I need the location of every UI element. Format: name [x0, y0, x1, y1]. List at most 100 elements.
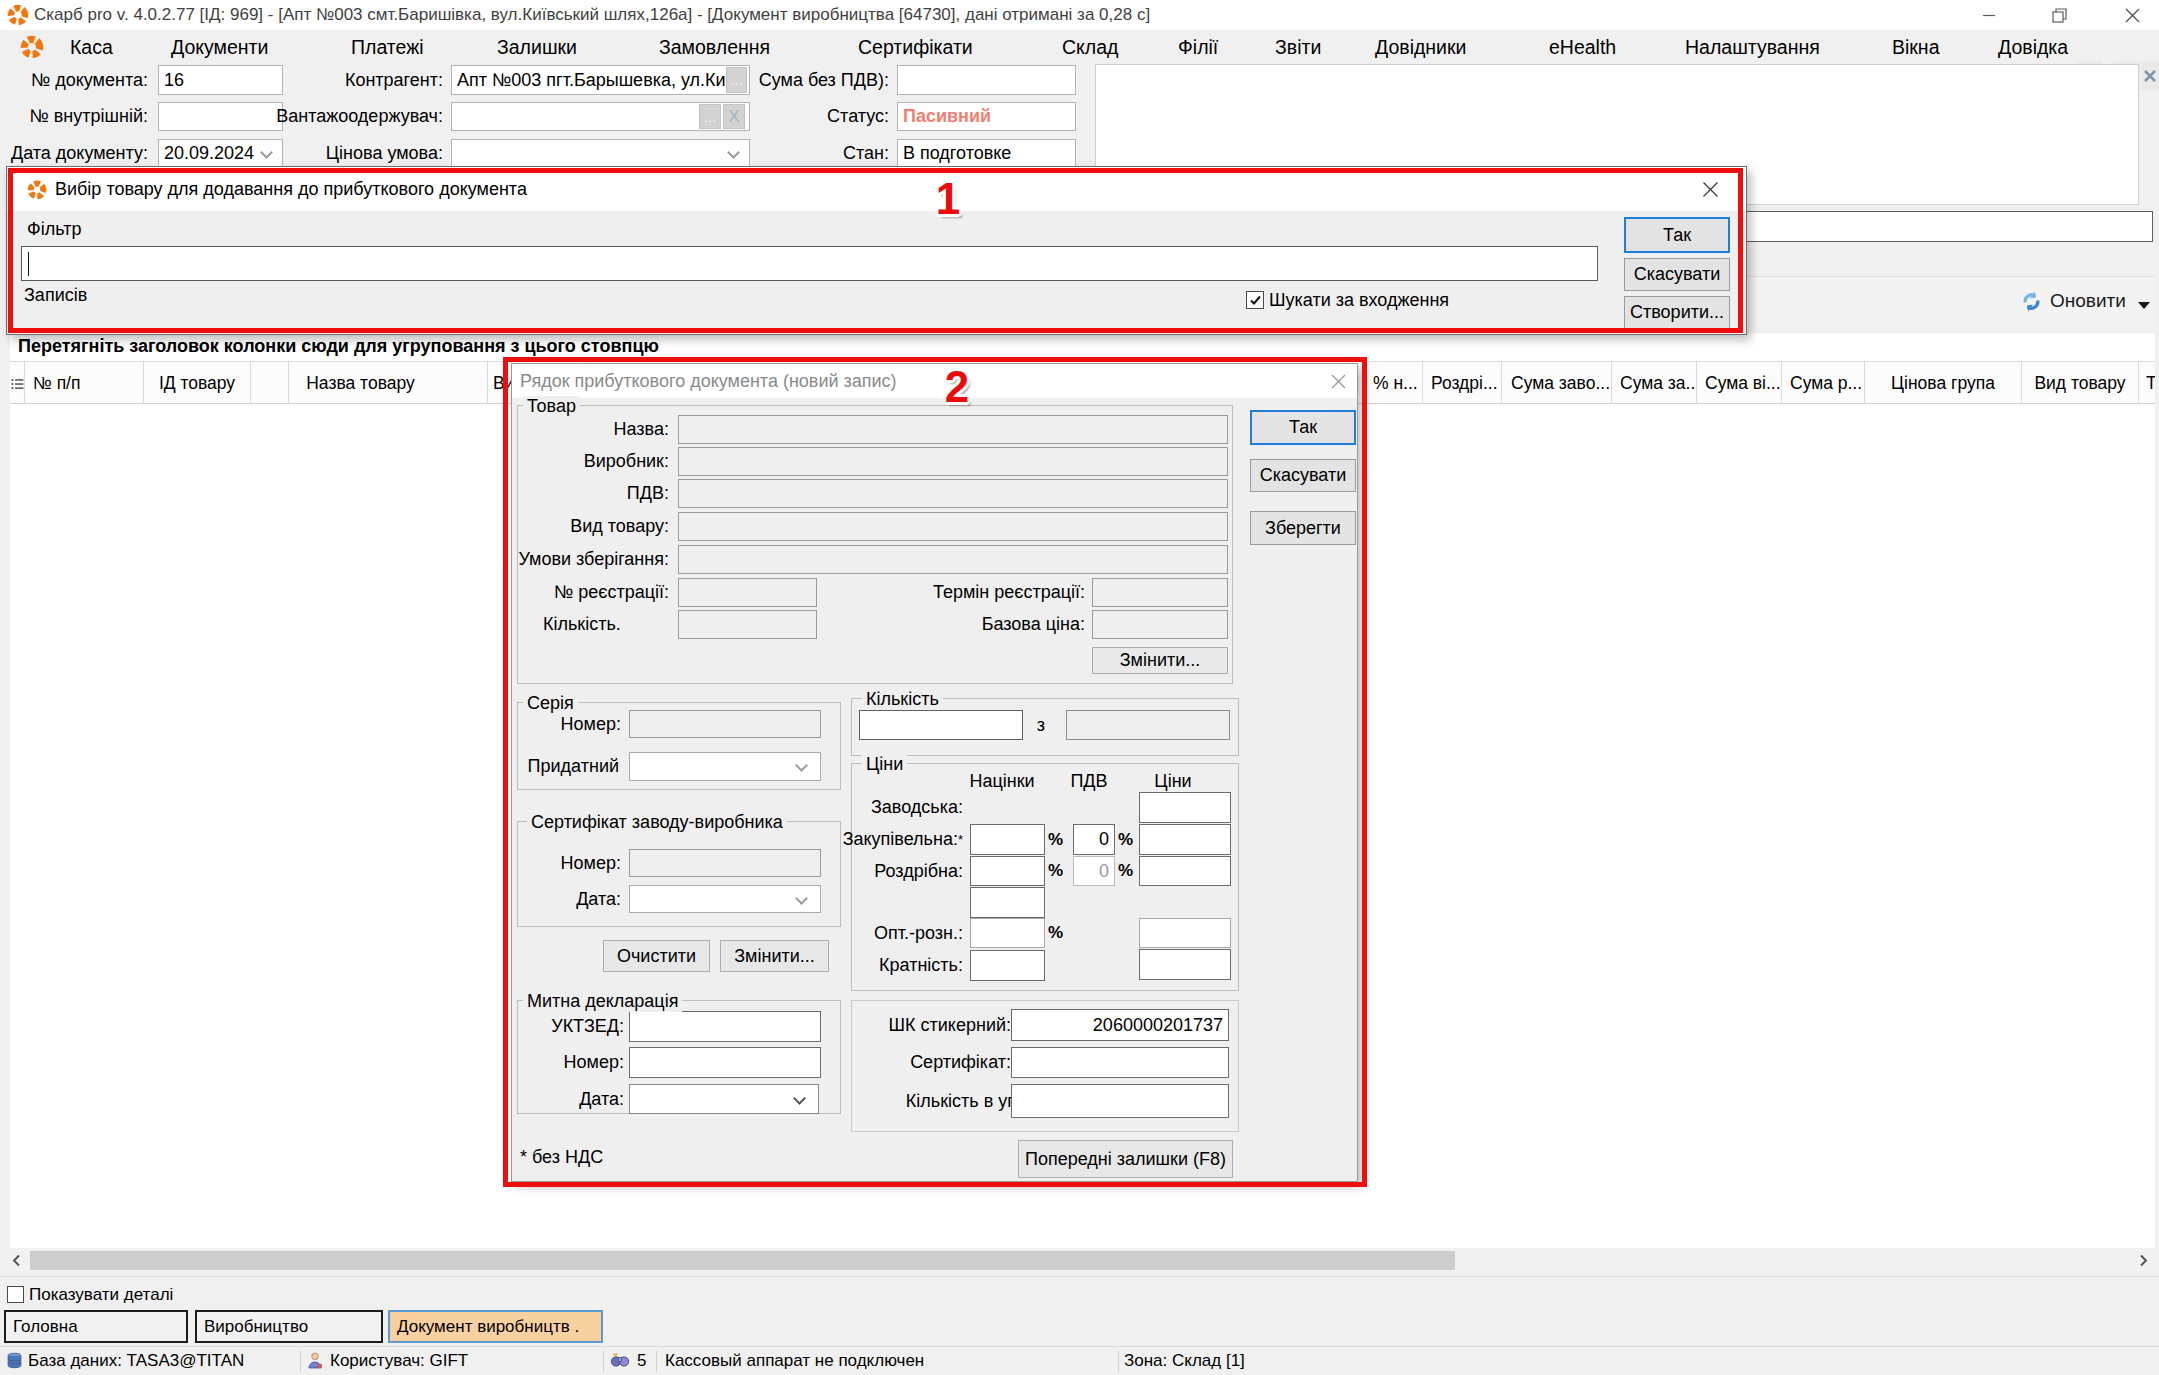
col-header-pct[interactable]: % н...: [1368, 362, 1423, 405]
menu-dovidka[interactable]: Довідка: [1998, 30, 2068, 64]
kilkist-input[interactable]: [859, 710, 1023, 740]
price-cond-combobox[interactable]: [451, 139, 750, 168]
menu-dovidnyky[interactable]: Довідники: [1375, 30, 1466, 64]
shk-qty-input[interactable]: [1011, 1084, 1229, 1118]
menu-sertyfikaty[interactable]: Сертифікати: [858, 30, 973, 64]
cert-nomer-input[interactable]: [629, 849, 821, 877]
seria-nomer-input[interactable]: [629, 710, 821, 738]
tab-vyrobnytstvo[interactable]: Виробництво: [195, 1310, 383, 1343]
contragent-input[interactable]: Апт №003 пгт.Барышевка, ул.Киев: [451, 65, 750, 95]
menu-zamovlennia[interactable]: Замовлення: [659, 30, 770, 64]
umovy-input[interactable]: [678, 545, 1228, 574]
col-header-name[interactable]: Назва товару: [289, 362, 488, 405]
zakupivelna-price-input[interactable]: [1139, 824, 1231, 855]
kilkist-of-input[interactable]: [1066, 710, 1230, 740]
cert-clear-button[interactable]: Очистити: [603, 940, 710, 972]
qty-input[interactable]: [678, 610, 817, 639]
shk-cert-input[interactable]: [1011, 1047, 1229, 1078]
dialog2-ok-button[interactable]: Так: [1250, 410, 1356, 445]
col-header-suma-zavo[interactable]: Сума заво...: [1502, 362, 1612, 405]
doc-number-input[interactable]: 16: [158, 65, 283, 95]
rozdribna-price-input[interactable]: [1139, 856, 1231, 886]
menu-zalyshky[interactable]: Залишки: [497, 30, 577, 64]
col-header-suma-vi[interactable]: Сума ві...: [1697, 362, 1782, 405]
window-restore-button[interactable]: [2036, 0, 2082, 30]
col-header-price-group[interactable]: Цінова група: [1865, 362, 2022, 405]
dialog1-close-icon[interactable]: [1695, 175, 1725, 203]
opt-rozn-markup-input[interactable]: [970, 918, 1045, 948]
window-minimize-button[interactable]: [1966, 0, 2012, 30]
cert-data-combobox[interactable]: [629, 885, 821, 913]
reg-term-input[interactable]: [1092, 578, 1228, 607]
rozdribna-markup-input[interactable]: [970, 856, 1045, 886]
pdv-input[interactable]: [678, 479, 1228, 508]
base-price-input[interactable]: [1092, 610, 1228, 639]
tab-holovna[interactable]: Головна: [4, 1310, 188, 1343]
col-header-rozdr[interactable]: Роздрі...: [1423, 362, 1502, 405]
dialog2-save-button[interactable]: Зберегти: [1250, 511, 1356, 545]
menu-kasa[interactable]: Каса: [70, 30, 113, 64]
dialog1-search-checkbox[interactable]: [1246, 291, 1264, 309]
prev-balance-button[interactable]: Попередні залишки (F8): [1018, 1140, 1233, 1178]
menu-zvity[interactable]: Звіти: [1275, 30, 1321, 64]
kratnist-price-input[interactable]: [1139, 949, 1231, 980]
refresh-dropdown-icon[interactable]: [2138, 302, 2150, 309]
grid-corner-cell[interactable]: [10, 362, 25, 405]
show-details-checkbox[interactable]: [7, 1286, 24, 1303]
dialog1-create-button[interactable]: Створити...: [1624, 296, 1730, 329]
vyd-tovaru-input[interactable]: [678, 512, 1228, 541]
menu-vikna[interactable]: Вікна: [1892, 30, 1939, 64]
col-header-t[interactable]: Т: [2139, 362, 2155, 405]
uktzed-input[interactable]: [629, 1011, 821, 1042]
rozdribna-vat-input[interactable]: 0: [1073, 856, 1115, 886]
consignee-clear-button[interactable]: X: [723, 104, 745, 129]
tsiny-col-natsinky: Націнки: [942, 770, 1062, 792]
tovar-change-button[interactable]: Змінити...: [1092, 647, 1228, 674]
menu-ehealth[interactable]: eHealth: [1549, 30, 1616, 64]
mytna-data-combobox[interactable]: [629, 1084, 819, 1114]
menu-filii[interactable]: Філії: [1178, 30, 1218, 64]
col-header-id[interactable]: ІД товару: [144, 362, 251, 405]
shk-input[interactable]: 2060000201737: [1011, 1009, 1229, 1041]
prydatnyi-combobox[interactable]: [629, 752, 821, 781]
groupby-hint: Перетягніть заголовок колонки сюди для у…: [18, 333, 659, 359]
dialog1-ok-button[interactable]: Так: [1624, 217, 1730, 253]
opt-rozn-price-input[interactable]: [1139, 918, 1231, 948]
kratnist-markup-input[interactable]: [970, 950, 1045, 981]
zavodska-price-input[interactable]: [1139, 792, 1231, 823]
contragent-browse-button[interactable]: ...: [726, 67, 747, 93]
menu-platezhi[interactable]: Платежі: [351, 30, 424, 64]
scroll-thumb[interactable]: [30, 1251, 1455, 1270]
reg-no-input[interactable]: [678, 578, 817, 607]
refresh-button[interactable]: Оновити: [2020, 283, 2152, 319]
groupby-band[interactable]: Перетягніть заголовок колонки сюди для у…: [10, 333, 2155, 361]
extra-markup-input[interactable]: [970, 887, 1045, 918]
zakupivelna-vat-input[interactable]: 0: [1073, 824, 1115, 855]
scroll-left-arrow[interactable]: [6, 1248, 26, 1273]
nazva-input[interactable]: [678, 415, 1228, 444]
col-header-spacer[interactable]: [251, 362, 289, 405]
scroll-right-arrow[interactable]: [2133, 1248, 2153, 1273]
col-header-suma-za[interactable]: Сума за...: [1612, 362, 1697, 405]
mdi-close-button[interactable]: [2141, 61, 2159, 90]
menu-sklad[interactable]: Склад: [1062, 30, 1118, 64]
tab-dokument-vyrobnytstva[interactable]: Документ виробництв .: [388, 1310, 603, 1343]
dialog-product-select: Вибір товару для додавання до прибутково…: [6, 166, 1747, 335]
sum-no-vat-input[interactable]: [897, 65, 1076, 95]
col-header-suma-r[interactable]: Сума р...: [1782, 362, 1865, 405]
menu-nalashtuvannia[interactable]: Налаштування: [1685, 30, 1820, 64]
mytna-nomer-input[interactable]: [629, 1047, 821, 1078]
horizontal-scrollbar[interactable]: [0, 1248, 2159, 1273]
window-close-button[interactable]: [2106, 0, 2159, 30]
dialog2-close-icon[interactable]: [1324, 368, 1352, 394]
col-header-npp[interactable]: № п/п: [25, 362, 144, 405]
zakupivelna-markup-input[interactable]: [970, 824, 1045, 855]
internal-number-input[interactable]: [158, 102, 283, 131]
dialog1-cancel-button[interactable]: Скасувати: [1624, 258, 1730, 291]
menu-dokumenty[interactable]: Документи: [171, 30, 268, 64]
dialog2-cancel-button[interactable]: Скасувати: [1250, 459, 1356, 492]
col-header-vyd[interactable]: Вид товару: [2022, 362, 2139, 405]
dialog1-filter-input[interactable]: [21, 246, 1598, 281]
vyrobnyk-input[interactable]: [678, 447, 1228, 476]
consignee-browse-button[interactable]: ...: [699, 104, 721, 129]
